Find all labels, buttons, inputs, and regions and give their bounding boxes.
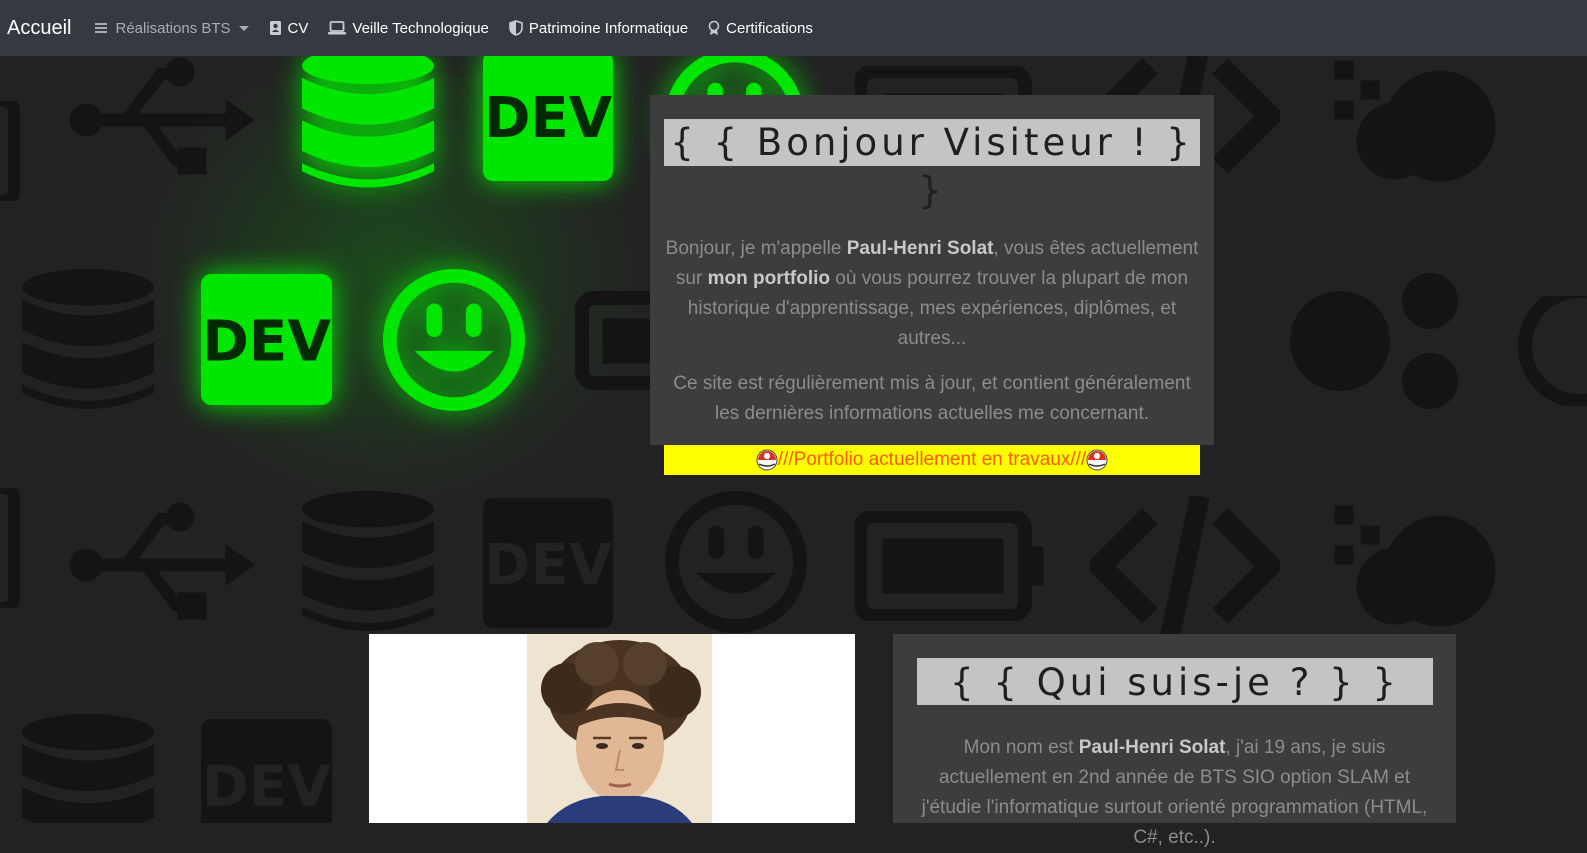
author-name: Paul-Henri Solat [846,238,994,259]
battery-icon [0,101,20,201]
brand-home-link[interactable]: Accueil [7,17,71,40]
code-icon [1090,496,1280,636]
about-title: { { Qui suis-je ? } } [917,658,1433,705]
welcome-update-text: Ce site est régulièrement mis à jour, et… [673,373,1191,424]
battery-icon [0,488,20,608]
usb-icon [66,501,256,631]
nav-realisations-dropdown[interactable]: Réalisations BTS [93,19,249,37]
award-icon [708,20,720,35]
battery-icon [855,511,1045,621]
author-name: Paul-Henri Solat [1078,737,1226,758]
smiley-icon [662,488,810,636]
nav-veille-label: Veille Technologique [352,19,489,37]
gear-icon [1280,261,1470,421]
usb-icon [66,56,256,186]
dev-icon [201,719,332,823]
cloud-icon [1325,496,1515,636]
menu-icon [95,23,108,33]
database-icon [22,266,154,414]
nav-patrimoine-label: Patrimoine Informatique [528,19,689,37]
chat-icon [1518,296,1587,406]
nav-veille-link[interactable]: Veille Technologique [328,20,489,37]
portfolio-emphasis: mon portfolio [707,268,831,289]
nav-realisations-label: Réalisations BTS [115,19,231,37]
nav-certifications-label: Certifications [726,19,813,37]
cloud-icon [1325,56,1515,191]
profile-photo [527,634,712,823]
welcome-title: { { Bonjour Visiteur ! } } [664,119,1200,212]
welcome-intro-text: Bonjour, je m'appelle Paul-Henri Solat, … [665,238,1199,349]
caret-down-icon [238,25,249,31]
laptop-icon [328,21,347,35]
shield-icon [509,20,523,36]
nav-cv-link[interactable]: CV [269,19,309,37]
contact-card-icon [269,21,281,35]
database-icon [302,488,434,636]
profile-photo-frame [369,634,855,823]
dev-icon [201,274,332,405]
top-navbar: Accueil Réalisations BTS CV Veille Techn… [0,0,1587,56]
about-panel: { { Qui suis-je ? } } Mon nom est Paul-H… [893,634,1456,848]
smiley-icon [380,266,528,414]
about-text: Mon nom est Paul-Henri Solat, j'ai 19 an… [921,737,1428,848]
nav-patrimoine-link[interactable]: Patrimoine Informatique [509,20,688,37]
under-construction-banner: ///Portfolio actuellement en travaux/// [664,445,1200,475]
database-icon [302,56,434,191]
banner-text: ///Portfolio actuellement en travaux/// [777,449,1087,470]
rescue-helmet-icon [1086,449,1108,471]
nav-certifications-link[interactable]: Certifications [708,20,813,37]
dev-icon [483,56,613,181]
database-icon [22,711,154,823]
welcome-panel: { { Bonjour Visiteur ! } } Bonjour, je m… [650,95,1214,475]
dev-icon [483,498,613,628]
nav-cv-label: CV [287,19,309,37]
rescue-helmet-icon [756,449,778,471]
